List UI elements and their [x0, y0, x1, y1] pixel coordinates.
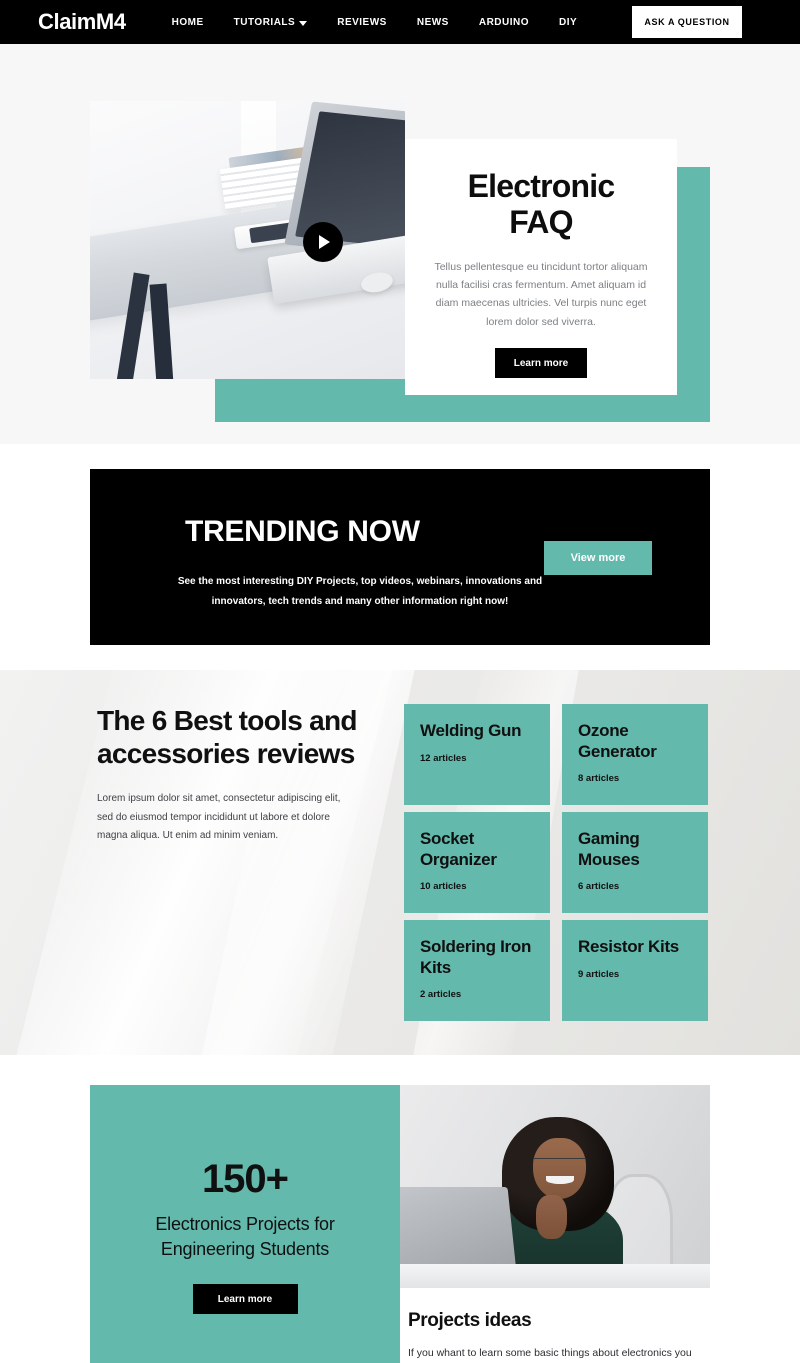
nav-item-label: ARDUINO [478, 16, 530, 28]
tools-reviews-section: The 6 Best tools and accessories reviews… [0, 670, 800, 1055]
tile-title: Ozone Generator [578, 721, 657, 761]
hero-title-line-2: FAQ [509, 203, 573, 240]
projects-count: 150+ [201, 1157, 289, 1201]
projects-subtitle: Electronics Projects for Engineering Stu… [155, 1214, 335, 1260]
category-tile-ozone-generator[interactable]: Ozone Generator 8 articles [562, 704, 708, 805]
site-header: ClaimM4 HOME TUTORIALS REVIEWS NEWS ARDU… [0, 0, 800, 44]
trending-section: TRENDING NOW See the most interesting DI… [0, 444, 800, 670]
main-navigation: HOME TUTORIALS REVIEWS NEWS ARDUINO DIY [172, 17, 578, 28]
projects-image-woman-laptop [400, 1085, 710, 1288]
tile-title: Welding Gun [420, 721, 522, 740]
projects-ideas-block: Projects ideas If you whant to learn som… [400, 1288, 710, 1363]
projects-ideas-title: Projects ideas [408, 1310, 532, 1331]
projects-ideas-text: If you whant to learn some basic things … [408, 1347, 692, 1359]
tile-title: Resistor Kits [578, 937, 679, 956]
nav-item-label: NEWS [416, 16, 449, 28]
tile-article-count: 10 articles [420, 881, 467, 893]
nav-item-news[interactable]: NEWS [417, 17, 449, 28]
tile-article-count: 6 articles [578, 881, 620, 893]
tile-title: Soldering Iron Kits [420, 937, 532, 977]
hero-image-desk [90, 101, 405, 379]
nav-item-arduino[interactable]: ARDUINO [479, 17, 529, 28]
nav-item-tutorials[interactable]: TUTORIALS [234, 17, 308, 28]
person-arm-shape [536, 1194, 568, 1240]
tools-heading: The 6 Best tools and accessories reviews [97, 705, 358, 770]
chevron-down-icon [299, 20, 308, 26]
nav-item-diy[interactable]: DIY [559, 17, 577, 28]
category-tile-soldering-iron-kits[interactable]: Soldering Iron Kits 2 articles [404, 920, 550, 1021]
category-tile-welding-gun[interactable]: Welding Gun 12 articles [404, 704, 550, 805]
nav-item-label: TUTORIALS [233, 16, 296, 28]
hero-section: Electronic FAQ Tellus pellentesque eu ti… [0, 44, 800, 444]
projects-section: 150+ Electronics Projects for Engineerin… [0, 1055, 800, 1363]
desk-photo-illustration [90, 101, 405, 379]
laptop-shape [400, 1186, 517, 1272]
play-icon[interactable] [303, 222, 343, 262]
tile-title: Socket Organizer [420, 829, 497, 869]
category-tile-resistor-kits[interactable]: Resistor Kits 9 articles [562, 920, 708, 1021]
landing-page: ClaimM4 HOME TUTORIALS REVIEWS NEWS ARDU… [0, 0, 800, 1363]
hero-title-line-1: Electronic [467, 168, 616, 204]
nav-item-reviews[interactable]: REVIEWS [337, 17, 387, 28]
category-tiles-grid: Welding Gun 12 articles Ozone Generator … [404, 704, 714, 1021]
glasses-icon [533, 1158, 586, 1168]
projects-panel: 150+ Electronics Projects for Engineerin… [90, 1085, 710, 1363]
site-logo[interactable]: ClaimM4 [38, 9, 126, 35]
tile-article-count: 8 articles [578, 773, 620, 785]
hero-title: Electronic FAQ [429, 168, 653, 241]
category-tile-socket-organizer[interactable]: Socket Organizer 10 articles [404, 812, 550, 913]
hero-card: Electronic FAQ Tellus pellentesque eu ti… [405, 139, 677, 395]
trending-panel: TRENDING NOW See the most interesting DI… [90, 469, 710, 645]
nav-item-label: HOME [171, 16, 204, 28]
view-more-button[interactable]: View more [544, 541, 652, 575]
play-triangle [319, 235, 330, 249]
projects-learn-more-button[interactable]: Learn more [192, 1284, 298, 1315]
nav-item-home[interactable]: HOME [172, 17, 204, 28]
projects-content: Projects ideas If you whant to learn som… [400, 1085, 710, 1363]
ask-a-question-button[interactable]: ASK A QUESTION [632, 6, 742, 38]
category-tile-gaming-mouses[interactable]: Gaming Mouses 6 articles [562, 812, 708, 913]
nav-item-label: REVIEWS [337, 16, 387, 28]
projects-stat-card: 150+ Electronics Projects for Engineerin… [90, 1085, 400, 1363]
tools-paragraph: Lorem ipsum dolor sit amet, consectetur … [97, 793, 341, 842]
trending-description: See the most interesting DIY Projects, t… [177, 576, 543, 607]
hero-description: Tellus pellentesque eu tincidunt tortor … [434, 260, 648, 328]
tile-article-count: 2 articles [420, 989, 462, 1001]
nav-item-label: DIY [559, 16, 578, 28]
tile-article-count: 9 articles [578, 968, 620, 980]
trending-title: TRENDING NOW [185, 515, 420, 548]
tile-article-count: 12 articles [420, 752, 467, 764]
tools-intro: The 6 Best tools and accessories reviews… [97, 704, 362, 846]
hero-learn-more-button[interactable]: Learn more [495, 348, 587, 379]
tile-title: Gaming Mouses [578, 829, 640, 869]
